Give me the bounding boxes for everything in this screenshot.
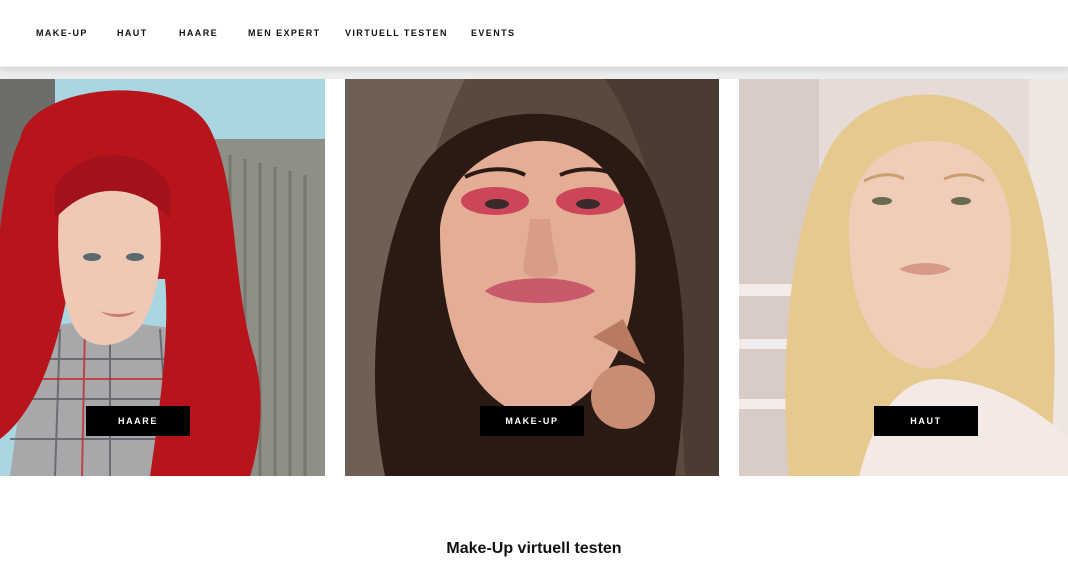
top-navigation: MAKE-UP HAUT HAARE MEN EXPERT VIRTUELL T… [0,0,1068,67]
nav-item-men-expert[interactable]: MEN EXPERT [248,28,321,38]
haut-button[interactable]: HAUT [874,406,978,436]
nav-item-haare[interactable]: HAARE [179,28,218,38]
section-title: Make-Up virtuell testen [446,540,622,557]
nav-item-haut[interactable]: HAUT [117,28,148,38]
nav-item-make-up[interactable]: MAKE-UP [36,28,88,38]
category-tile-haut[interactable]: HAUT [739,79,1068,476]
haare-button[interactable]: HAARE [86,406,190,436]
category-tile-haare[interactable]: HAARE [0,79,325,476]
category-tile-make-up[interactable]: MAKE-UP [345,79,719,476]
make-up-button[interactable]: MAKE-UP [480,406,584,436]
nav-item-events[interactable]: EVENTS [471,28,515,38]
nav-item-virtuell-testen[interactable]: VIRTUELL TESTEN [345,28,448,38]
nav-shadow-band [0,67,1068,79]
